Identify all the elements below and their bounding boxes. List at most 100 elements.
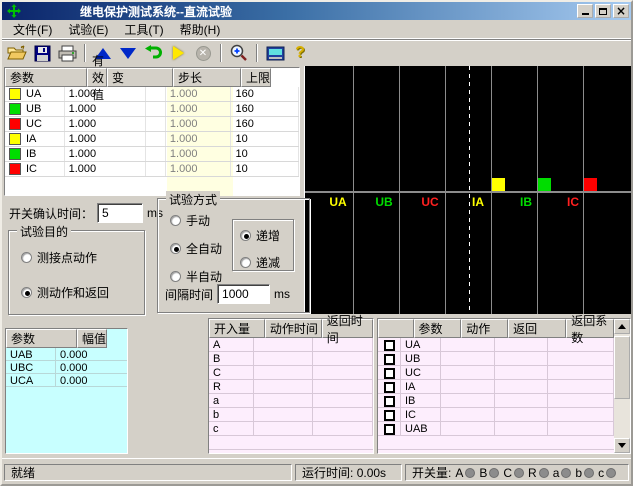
table-row[interactable]: A — [209, 338, 373, 352]
column-header[interactable]: 开入量 — [209, 319, 265, 338]
row-checkbox[interactable] — [384, 410, 395, 421]
column-header[interactable]: 返回系数 — [566, 319, 614, 338]
scroll-thumb[interactable] — [614, 336, 630, 399]
menu-item[interactable]: 文件(F) — [6, 19, 59, 40]
table-row[interactable]: UCA 0.000 — [6, 374, 127, 387]
zoom-button[interactable] — [228, 43, 250, 64]
switch-indicator: A — [455, 466, 475, 480]
limit-cell[interactable]: 160 — [231, 102, 299, 116]
table-row[interactable]: IC — [378, 408, 614, 422]
test-mode-radio[interactable]: 半自动 — [170, 268, 230, 285]
value-cell[interactable]: 1.000 — [65, 87, 146, 101]
test-mode-radio[interactable]: 手动 — [170, 212, 230, 229]
variable-cell[interactable] — [146, 102, 166, 116]
column-header[interactable]: 上限 — [241, 68, 271, 87]
value-cell[interactable]: 1.000 — [65, 117, 146, 131]
table-row[interactable]: R — [209, 380, 373, 394]
table-row[interactable]: UA 1.000 1.000 160 — [5, 87, 299, 102]
column-header[interactable]: 参数 — [414, 319, 462, 338]
table-row[interactable]: C — [209, 366, 373, 380]
row-checkbox[interactable] — [384, 340, 395, 351]
save-button[interactable] — [31, 43, 53, 64]
column-header[interactable]: 动作 — [461, 319, 508, 338]
value-cell[interactable]: 1.000 — [65, 147, 146, 161]
titlebar[interactable]: 继电保护测试系统--直流试验 × — [2, 2, 631, 20]
value-cell[interactable]: 1.000 — [65, 132, 146, 146]
table-row[interactable]: IA — [378, 380, 614, 394]
table-row[interactable]: IA 1.000 1.000 10 — [5, 132, 299, 147]
test-purpose-radio[interactable]: 测动作和返回 — [21, 284, 144, 301]
variable-cell[interactable] — [146, 147, 166, 161]
table-row[interactable]: IC 1.000 1.000 10 — [5, 162, 299, 177]
column-header[interactable]: 返回时间 — [322, 319, 373, 338]
table-row[interactable]: UA — [378, 338, 614, 352]
column-header[interactable]: 参数 — [6, 329, 77, 348]
limit-cell[interactable]: 160 — [231, 117, 299, 131]
table-row[interactable]: B — [209, 352, 373, 366]
direction-radio[interactable]: 递减 — [240, 254, 293, 271]
row-checkbox[interactable] — [384, 396, 395, 407]
test-purpose-radio[interactable]: 测接点动作 — [21, 249, 144, 266]
column-header[interactable]: 有效值 — [87, 68, 107, 87]
table-row[interactable]: a — [209, 394, 373, 408]
confirm-time-input[interactable]: 5 — [97, 203, 143, 223]
vertical-scrollbar[interactable] — [614, 319, 630, 453]
test-purpose-group: 试验目的 测接点动作 测动作和返回 — [8, 230, 145, 315]
value-cell[interactable]: 1.000 — [65, 162, 146, 176]
step-cell: 1.000 — [166, 102, 232, 116]
table-row[interactable]: UB 1.000 1.000 160 — [5, 102, 299, 117]
print-button[interactable] — [56, 43, 78, 64]
table-row[interactable]: IB — [378, 394, 614, 408]
column-header[interactable]: 步长 — [173, 68, 241, 87]
table-row[interactable]: UB — [378, 352, 614, 366]
direction-radio[interactable]: 递增 — [240, 227, 293, 244]
menu-item[interactable]: 工具(T) — [117, 19, 170, 40]
variable-cell[interactable] — [146, 162, 166, 176]
menu-item[interactable]: 帮助(H) — [173, 19, 228, 40]
start-test-button[interactable] — [167, 43, 189, 64]
row-checkbox[interactable] — [384, 368, 395, 379]
row-checkbox[interactable] — [384, 382, 395, 393]
column-header[interactable]: 返回 — [508, 319, 566, 338]
close-button[interactable]: × — [613, 4, 629, 18]
open-file-button[interactable] — [6, 43, 28, 64]
undo-button[interactable] — [142, 43, 164, 64]
variable-cell[interactable] — [146, 87, 166, 101]
scroll-up-button[interactable] — [614, 319, 630, 334]
calculator-button[interactable] — [264, 43, 286, 64]
table-row[interactable]: UC — [378, 366, 614, 380]
column-header[interactable]: 变 — [107, 68, 173, 87]
maximize-button[interactable] — [595, 4, 611, 18]
row-checkbox[interactable] — [384, 354, 395, 365]
table-row[interactable]: UAB — [378, 422, 614, 436]
limit-cell[interactable]: 10 — [231, 132, 299, 146]
column-header[interactable] — [378, 319, 414, 338]
interval-input[interactable]: 1000 — [217, 284, 270, 304]
limit-cell[interactable]: 10 — [231, 147, 299, 161]
table-row[interactable]: c — [209, 422, 373, 436]
help-button[interactable]: ? — [289, 43, 311, 64]
minimize-button[interactable] — [577, 4, 593, 18]
column-header[interactable]: 动作时间 — [265, 319, 322, 338]
table-row[interactable]: IB 1.000 1.000 10 — [5, 147, 299, 162]
scroll-down-button[interactable] — [614, 438, 630, 453]
table-row[interactable]: b — [209, 408, 373, 422]
column-header[interactable]: 参数 — [5, 68, 87, 87]
value-cell[interactable]: 1.000 — [65, 102, 146, 116]
row-checkbox[interactable] — [384, 424, 395, 435]
confirm-time-label: 开关确认时间： — [9, 205, 93, 222]
group-title: 试验方式 — [166, 191, 220, 208]
table-row[interactable]: UC 1.000 1.000 160 — [5, 117, 299, 132]
table-row[interactable]: UBC 0.000 — [6, 361, 127, 374]
menu-item[interactable]: 试验(E) — [61, 19, 115, 40]
step-down-button[interactable] — [117, 43, 139, 64]
variable-cell[interactable] — [146, 132, 166, 146]
limit-cell[interactable]: 160 — [231, 87, 299, 101]
limit-cell[interactable]: 10 — [231, 162, 299, 176]
test-mode-radio[interactable]: 全自动 — [170, 240, 230, 257]
variable-cell[interactable] — [146, 117, 166, 131]
phase-color-swatch — [9, 148, 21, 160]
stop-test-button[interactable]: ✕ — [192, 43, 214, 64]
table-row[interactable]: UAB 0.000 — [6, 348, 127, 361]
column-header[interactable]: 幅值 — [77, 329, 107, 348]
